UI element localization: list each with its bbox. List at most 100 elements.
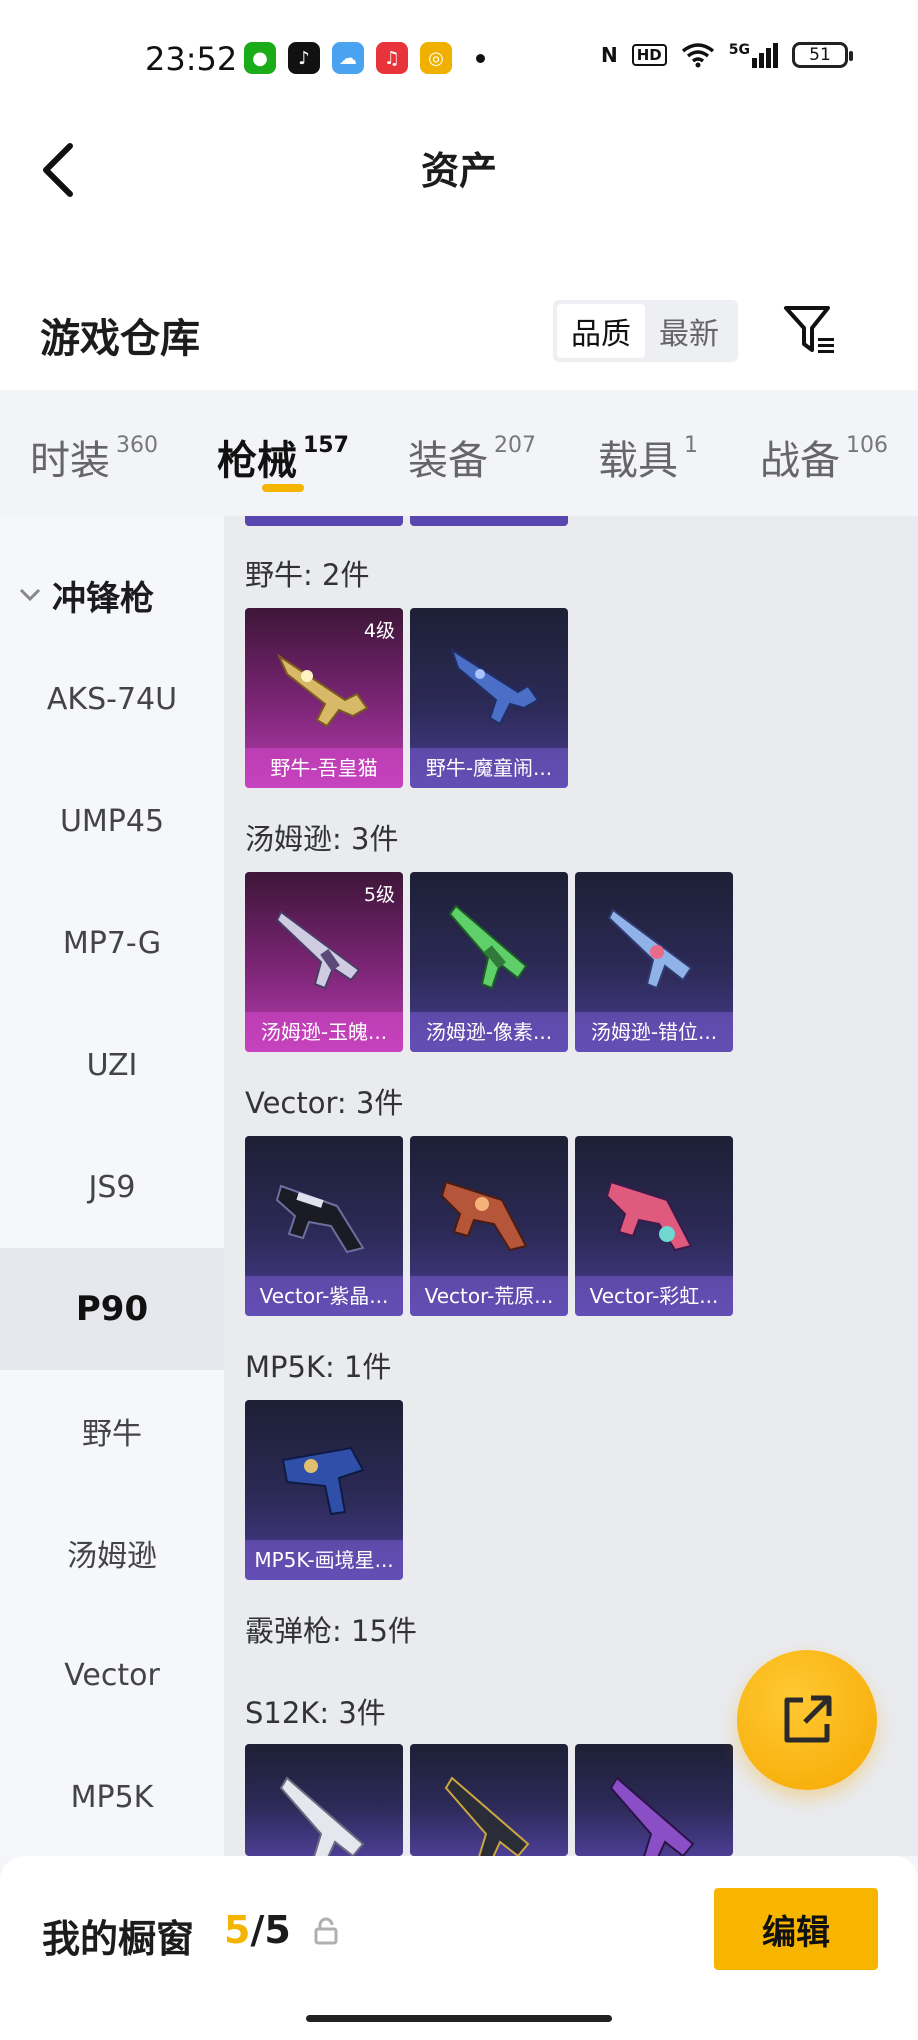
weapon-icon bbox=[607, 908, 693, 990]
showcase-count-current: 5 bbox=[224, 1908, 251, 1952]
skin-card[interactable] bbox=[410, 1744, 568, 1856]
showcase-title: 我的橱窗 bbox=[42, 1917, 195, 1961]
sidebar-item-bizon[interactable]: 野牛 bbox=[0, 1370, 224, 1492]
level-badge: 5级 bbox=[363, 884, 395, 906]
weapon-icon bbox=[281, 1446, 365, 1516]
battery-indicator: 51 bbox=[792, 42, 853, 68]
skin-name: Vector-荒原... bbox=[410, 1276, 568, 1316]
skin-card[interactable] bbox=[575, 1744, 733, 1856]
status-time: 23:52 bbox=[145, 40, 238, 78]
weapon-icon bbox=[609, 1776, 695, 1856]
section-title: 游戏仓库 bbox=[40, 316, 200, 362]
edit-button[interactable]: 编辑 bbox=[714, 1888, 878, 1970]
tab-weapons[interactable]: 枪械 157 bbox=[217, 428, 349, 486]
tab-label: 装备 bbox=[408, 438, 488, 484]
tab-count: 207 bbox=[494, 433, 536, 458]
group-label: 霰弹枪: 15件 bbox=[245, 1614, 417, 1648]
wechat-icon: ● bbox=[244, 42, 276, 74]
sidebar-item-aks74u[interactable]: AKS-74U bbox=[0, 638, 224, 760]
lock-icon bbox=[314, 1917, 338, 1945]
weapon-icon bbox=[276, 653, 369, 728]
skin-card[interactable]: 野牛-魔童闹... bbox=[410, 608, 568, 788]
weapon-type-sidebar: 冲锋枪 AKS-74U UMP45 MP7-G UZI JS9 P90 野牛 汤… bbox=[0, 516, 224, 1856]
sidebar-item-p90[interactable]: P90 bbox=[0, 1248, 224, 1370]
skin-card[interactable]: Vector-彩虹... bbox=[575, 1136, 733, 1316]
sort-quality-button[interactable]: 品质 bbox=[557, 304, 645, 358]
tab-supplies[interactable]: 战备 106 bbox=[760, 428, 888, 486]
system-icons: N HD 5G 51 bbox=[601, 42, 853, 68]
level-badge: 4级 bbox=[363, 620, 395, 642]
weapon-icon bbox=[450, 647, 540, 726]
sidebar-group-label: 冲锋枪 bbox=[52, 578, 154, 619]
tab-count: 157 bbox=[303, 433, 349, 458]
hd-icon: HD bbox=[631, 44, 667, 66]
tab-label: 战备 bbox=[760, 438, 840, 484]
category-tabs: 时装 360 枪械 157 装备 207 载具 1 战备 106 bbox=[0, 390, 918, 516]
more-notifications-dot bbox=[476, 53, 485, 63]
tiktok-icon: ♪ bbox=[288, 42, 320, 74]
tab-equipment[interactable]: 装备 207 bbox=[408, 428, 536, 486]
filter-icon bbox=[784, 306, 834, 353]
skin-card[interactable]: 汤姆逊-像素... bbox=[410, 872, 568, 1052]
tab-label: 枪械 bbox=[217, 438, 297, 484]
showcase-count-total: /5 bbox=[250, 1908, 291, 1952]
share-fab[interactable] bbox=[737, 1650, 877, 1790]
card-partial[interactable] bbox=[410, 516, 568, 526]
tab-fashion[interactable]: 时装 360 bbox=[30, 428, 158, 486]
tab-count: 1 bbox=[684, 433, 698, 458]
sidebar-item-vector[interactable]: Vector bbox=[0, 1614, 224, 1736]
sidebar-item-uzi[interactable]: UZI bbox=[0, 1004, 224, 1126]
weapon-icon bbox=[448, 904, 528, 990]
skin-card[interactable]: 汤姆逊-错位... bbox=[575, 872, 733, 1052]
skin-name: MP5K-画境星... bbox=[245, 1540, 403, 1580]
status-bar: 23:52 ● ♪ ☁ ♫ ◎ N HD 5G 51 bbox=[0, 0, 918, 120]
tab-vehicles[interactable]: 载具 1 bbox=[598, 428, 698, 486]
showcase-bar: 我的橱窗 5/5 编辑 bbox=[0, 1856, 918, 2040]
showcase-count: 5/5 bbox=[224, 1908, 291, 1952]
sidebar-group-smg[interactable]: 冲锋枪 bbox=[0, 550, 224, 640]
tab-count: 106 bbox=[846, 433, 888, 458]
group-label: S12K: 3件 bbox=[245, 1696, 386, 1730]
sidebar-item-thompson[interactable]: 汤姆逊 bbox=[0, 1492, 224, 1614]
tab-label: 时装 bbox=[30, 438, 110, 484]
notification-icons: ● ♪ ☁ ♫ ◎ bbox=[244, 42, 485, 74]
skin-card[interactable]: 5级 汤姆逊-玉魄... bbox=[245, 872, 403, 1052]
group-label: Vector: 3件 bbox=[245, 1086, 404, 1120]
filter-button[interactable] bbox=[782, 302, 838, 358]
skin-name: Vector-紫晶... bbox=[245, 1276, 403, 1316]
weapon-icon bbox=[275, 1184, 365, 1254]
card-partial[interactable] bbox=[245, 516, 403, 526]
sidebar-item-mp7g[interactable]: MP7-G bbox=[0, 882, 224, 1004]
wifi-icon bbox=[681, 43, 714, 68]
weapon-icon bbox=[444, 1776, 530, 1856]
weapon-icon bbox=[279, 1776, 365, 1856]
skin-card[interactable]: Vector-荒原... bbox=[410, 1136, 568, 1316]
sort-newest-button[interactable]: 最新 bbox=[645, 304, 733, 358]
music-icon: ♫ bbox=[376, 42, 408, 74]
skin-name: Vector-彩虹... bbox=[575, 1276, 733, 1316]
skin-name: 汤姆逊-错位... bbox=[575, 1012, 733, 1052]
skin-name: 汤姆逊-玉魄... bbox=[245, 1012, 403, 1052]
skin-card[interactable]: Vector-紫晶... bbox=[245, 1136, 403, 1316]
sidebar-item-mp5k[interactable]: MP5K bbox=[0, 1736, 224, 1858]
skin-card[interactable]: MP5K-画境星... bbox=[245, 1400, 403, 1580]
weather-icon: ☁ bbox=[332, 42, 364, 74]
active-tab-indicator bbox=[262, 484, 304, 492]
sidebar-item-ump45[interactable]: UMP45 bbox=[0, 760, 224, 882]
signal-label: 5G bbox=[728, 42, 750, 58]
skin-name: 汤姆逊-像素... bbox=[410, 1012, 568, 1052]
home-indicator[interactable] bbox=[306, 2015, 612, 2022]
chevron-down-icon bbox=[19, 588, 41, 602]
skin-name: 野牛-魔童闹... bbox=[410, 748, 568, 788]
weapon-icon bbox=[605, 1180, 693, 1252]
sidebar-item-js9[interactable]: JS9 bbox=[0, 1126, 224, 1248]
skin-name: 野牛-吾皇猫 bbox=[245, 748, 403, 788]
skin-card[interactable]: 4级 野牛-吾皇猫 bbox=[245, 608, 403, 788]
tab-label: 载具 bbox=[598, 438, 678, 484]
skin-card[interactable] bbox=[245, 1744, 403, 1856]
group-label: MP5K: 1件 bbox=[245, 1350, 392, 1384]
warehouse-header: 游戏仓库 品质 最新 bbox=[0, 270, 918, 390]
external-link-icon bbox=[784, 1695, 832, 1743]
group-label: 野牛: 2件 bbox=[245, 558, 370, 592]
page-title: 资产 bbox=[420, 149, 497, 193]
